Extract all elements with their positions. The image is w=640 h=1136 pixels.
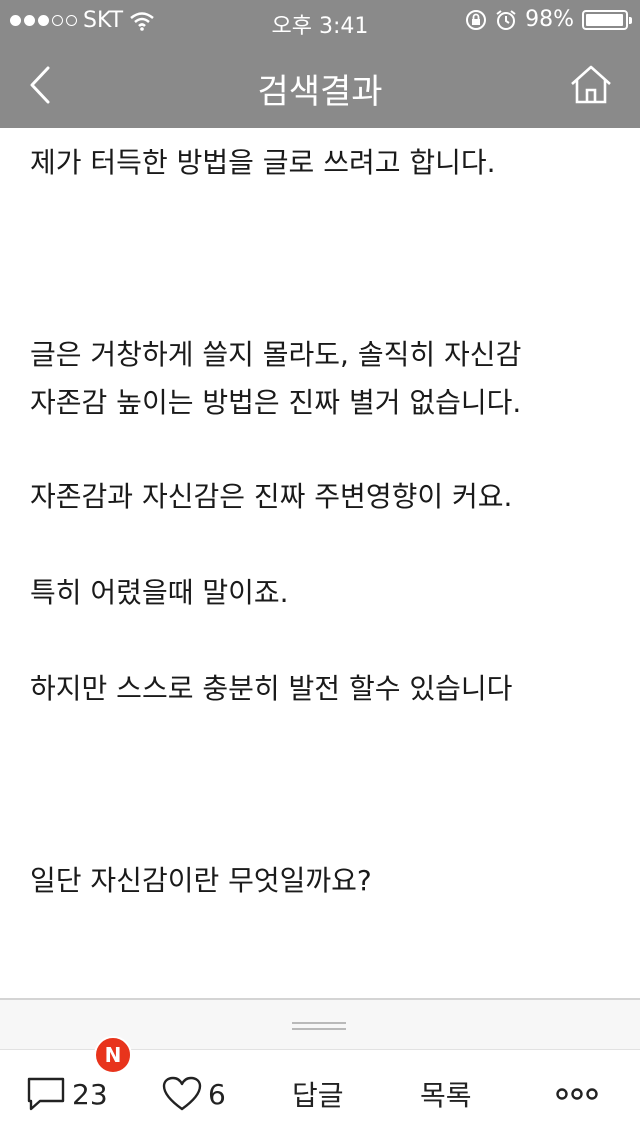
signal-dot bbox=[66, 15, 77, 26]
article-paragraph: 하지만 스스로 충분히 발전 할수 있습니다 bbox=[30, 672, 513, 705]
article-paragraph: 일단 자신감이란 무엇일까요? bbox=[30, 864, 372, 897]
drawer-handle-bar[interactable] bbox=[0, 998, 640, 1050]
signal-dot bbox=[10, 15, 21, 26]
battery-icon bbox=[582, 9, 632, 30]
reply-button[interactable]: 답글 bbox=[292, 1072, 344, 1116]
article-paragraph: 제가 터득한 방법을 글로 쓰려고 합니다. bbox=[30, 146, 496, 179]
new-badge: N bbox=[94, 1036, 132, 1074]
like-button[interactable]: 6 bbox=[162, 1072, 226, 1116]
nav-bar: 검색결과 bbox=[0, 40, 640, 128]
drag-handle-icon[interactable] bbox=[292, 1022, 346, 1030]
signal-dot bbox=[52, 15, 63, 26]
list-label: 목록 bbox=[420, 1079, 472, 1112]
battery-fill bbox=[586, 13, 624, 26]
comment-button[interactable]: 23 bbox=[26, 1072, 108, 1116]
article-paragraph: 자존감과 자신감은 진짜 주변영향이 커요. bbox=[30, 480, 513, 513]
list-button[interactable]: 목록 bbox=[420, 1072, 472, 1116]
carrier-label: SKT bbox=[83, 8, 124, 33]
bottom-toolbar: N 23 6 답글 목록 bbox=[0, 1036, 640, 1136]
home-icon[interactable] bbox=[568, 62, 614, 108]
status-bar: SKT 오후 3:41 98% bbox=[0, 0, 640, 40]
signal-dot bbox=[38, 15, 49, 26]
alarm-icon bbox=[496, 9, 516, 30]
comment-icon bbox=[27, 1077, 65, 1111]
reply-label: 답글 bbox=[292, 1079, 344, 1112]
wifi-icon bbox=[130, 11, 154, 31]
more-button[interactable] bbox=[556, 1072, 598, 1116]
battery-percent: 98% bbox=[525, 7, 574, 32]
article-paragraph: 글은 거창하게 쓸지 몰라도, 솔직히 자신감 bbox=[30, 338, 522, 371]
heart-icon bbox=[162, 1076, 202, 1111]
top-bar: SKT 오후 3:41 98% 검색결과 bbox=[0, 0, 640, 128]
status-left: SKT bbox=[10, 8, 155, 33]
article-paragraph: 특히 어렸을때 말이죠. bbox=[30, 576, 289, 609]
status-right: 98% bbox=[465, 7, 632, 32]
like-count: 6 bbox=[208, 1077, 226, 1111]
rotation-lock-icon bbox=[466, 9, 487, 30]
article-body: 제가 터득한 방법을 글로 쓰려고 합니다. 글은 거창하게 쓸지 몰라도, 솔… bbox=[30, 128, 620, 998]
more-icon bbox=[556, 1088, 598, 1100]
signal-dot bbox=[24, 15, 35, 26]
page-title: 검색결과 bbox=[257, 72, 383, 112]
comment-count: 23 bbox=[72, 1077, 108, 1111]
article-paragraph: 자존감 높이는 방법은 진짜 별거 없습니다. bbox=[30, 386, 522, 419]
signal-icon bbox=[10, 15, 77, 26]
